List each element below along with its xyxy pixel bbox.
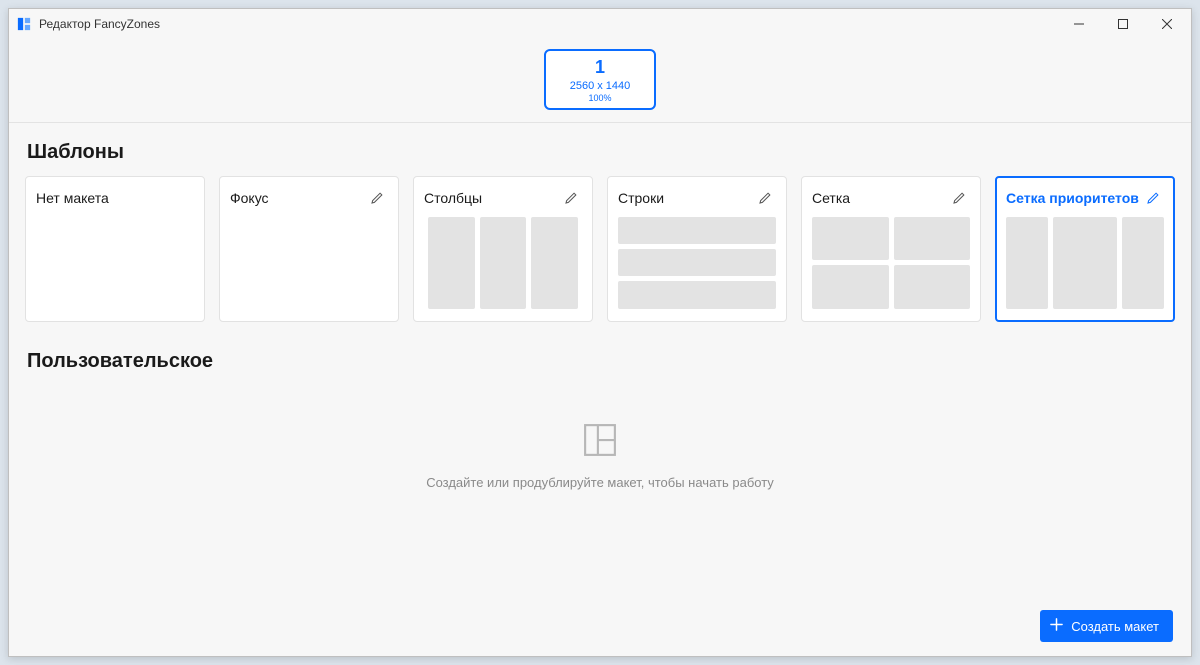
layout-placeholder-icon: [583, 423, 617, 457]
template-card-priority-grid[interactable]: Сетка приоритетов: [995, 176, 1175, 322]
template-preview: [812, 217, 970, 309]
plus-icon: [1050, 618, 1063, 634]
custom-empty-state: Создайте или продублируйте макет, чтобы …: [25, 385, 1175, 510]
app-window: Редактор FancyZones 1 2560 x 1440 100% Ш…: [8, 8, 1192, 657]
template-card-columns[interactable]: Столбцы: [413, 176, 593, 322]
monitor-bar: 1 2560 x 1440 100%: [9, 39, 1191, 123]
close-button[interactable]: [1145, 9, 1189, 39]
create-layout-button[interactable]: Создать макет: [1040, 610, 1173, 642]
edit-template-button[interactable]: [754, 187, 776, 209]
content-area: Шаблоны Нет макета Фокус: [9, 123, 1191, 656]
monitor-scale: 100%: [552, 93, 648, 103]
template-card-grid[interactable]: Сетка: [801, 176, 981, 322]
template-card-no-layout[interactable]: Нет макета: [25, 176, 205, 322]
template-name: Строки: [618, 190, 664, 206]
app-icon: [17, 17, 31, 31]
template-name: Нет макета: [36, 190, 109, 206]
template-name: Столбцы: [424, 190, 482, 206]
template-card-focus[interactable]: Фокус: [219, 176, 399, 322]
template-preview: [618, 217, 776, 309]
edit-template-button[interactable]: [1142, 187, 1164, 209]
window-title: Редактор FancyZones: [39, 17, 160, 31]
template-card-rows[interactable]: Строки: [607, 176, 787, 322]
titlebar: Редактор FancyZones: [9, 9, 1191, 39]
edit-template-button[interactable]: [366, 187, 388, 209]
monitor-resolution: 2560 x 1440: [552, 80, 648, 93]
monitor-number: 1: [552, 57, 648, 78]
maximize-button[interactable]: [1101, 9, 1145, 39]
edit-template-button[interactable]: [948, 187, 970, 209]
template-preview: [36, 217, 194, 309]
monitor-chip-1[interactable]: 1 2560 x 1440 100%: [544, 49, 656, 110]
template-name: Сетка приоритетов: [1006, 190, 1139, 206]
template-preview: [1006, 217, 1164, 309]
templates-heading: Шаблоны: [27, 141, 1175, 164]
template-preview: [424, 217, 582, 309]
custom-heading: Пользовательское: [27, 350, 1175, 373]
templates-row: Нет макета Фокус Стол: [25, 176, 1175, 322]
create-layout-label: Создать макет: [1071, 619, 1159, 634]
template-name: Фокус: [230, 190, 269, 206]
minimize-button[interactable]: [1057, 9, 1101, 39]
template-preview: [230, 217, 388, 309]
template-name: Сетка: [812, 190, 850, 206]
custom-empty-message: Создайте или продублируйте макет, чтобы …: [25, 475, 1175, 490]
edit-template-button[interactable]: [560, 187, 582, 209]
